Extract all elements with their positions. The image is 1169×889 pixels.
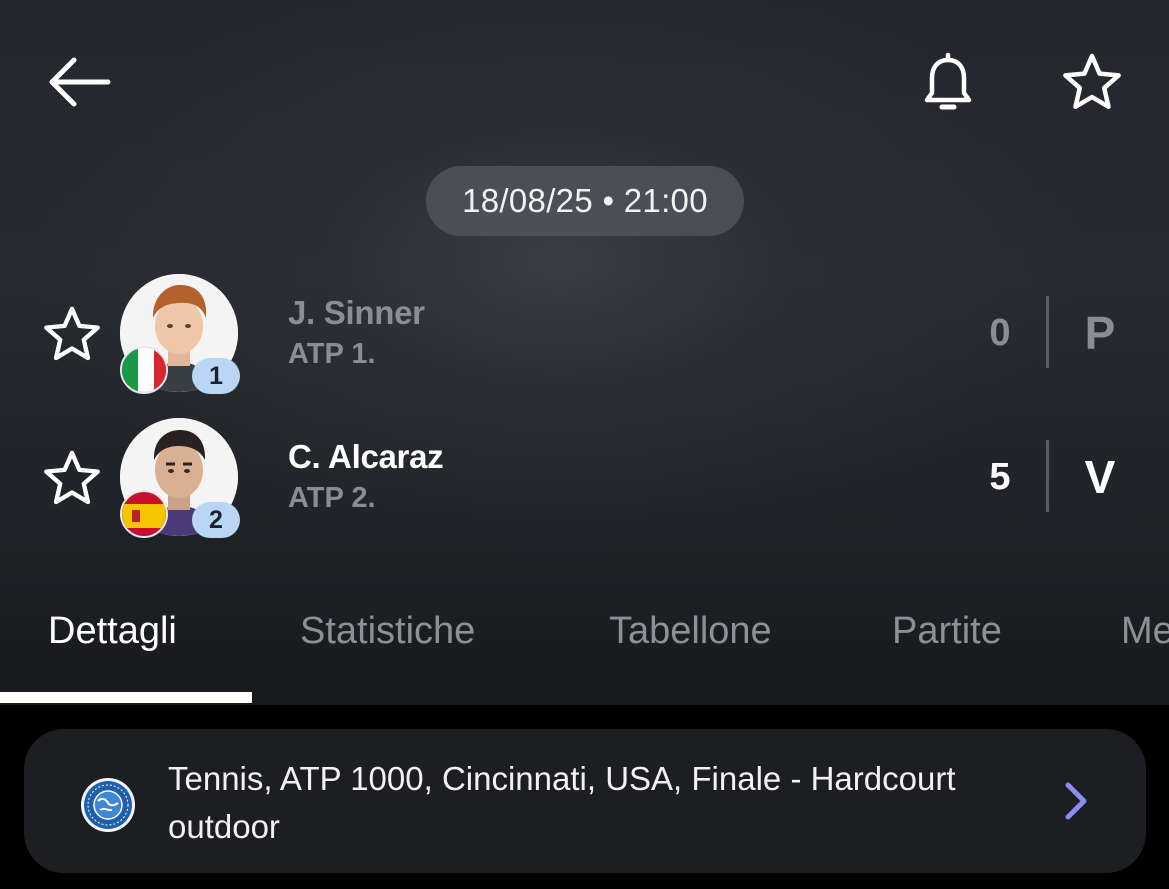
player-score: 0 <box>989 312 1011 354</box>
flag-italy-icon <box>120 346 168 394</box>
tab-statistiche[interactable]: Statistiche <box>300 610 475 653</box>
chevron-right-icon[interactable] <box>1054 779 1098 823</box>
active-tab-indicator <box>0 692 252 703</box>
tab-partite[interactable]: Partite <box>892 610 1002 653</box>
player-rank: ATP 1. <box>288 338 376 370</box>
favorite-match-button[interactable] <box>1058 48 1126 116</box>
score-divider <box>1046 296 1049 368</box>
star-outline-icon <box>1063 53 1121 110</box>
player-rank: ATP 2. <box>288 482 376 514</box>
player-name: C. Alcaraz <box>288 438 444 475</box>
tournament-info-card[interactable]: Tennis, ATP 1000, Cincinnati, USA, Final… <box>24 729 1146 873</box>
tab-bar: Dettagli Statistiche Tabellone Partite M… <box>0 600 1169 705</box>
player-row-alcaraz[interactable]: 2 C. Alcaraz ATP 2. 5 V <box>0 416 1169 540</box>
back-button[interactable] <box>40 48 116 116</box>
player-row-sinner[interactable]: 1 J. Sinner ATP 1. 0 P <box>0 272 1169 396</box>
tab-dettagli[interactable]: Dettagli <box>48 610 177 653</box>
notifications-button[interactable] <box>914 48 982 116</box>
star-outline-icon <box>44 450 100 505</box>
player-avatar-group: 2 <box>120 418 242 540</box>
match-result-label: P <box>1084 307 1116 359</box>
tournament-description: Tennis, ATP 1000, Cincinnati, USA, Final… <box>168 760 956 845</box>
tab-me[interactable]: Me <box>1121 610 1169 653</box>
favorite-player-button[interactable] <box>38 300 106 368</box>
player-avatar-group: 1 <box>120 274 242 396</box>
bell-icon <box>924 52 972 110</box>
tab-tabellone[interactable]: Tabellone <box>609 610 772 653</box>
player-name: J. Sinner <box>288 294 425 331</box>
player-score: 5 <box>989 456 1011 498</box>
flag-spain-icon <box>120 490 168 538</box>
match-header: 18/08/25 • 21:00 1 J. Sinner ATP 1. 0 P … <box>0 0 1169 705</box>
match-result-label: V <box>1084 451 1116 503</box>
star-outline-icon <box>44 306 100 361</box>
tournament-logo-icon <box>80 777 136 833</box>
match-datetime: 18/08/25 • 21:00 <box>426 166 744 236</box>
seed-badge: 2 <box>192 502 240 538</box>
favorite-player-button[interactable] <box>38 444 106 512</box>
arrow-left-icon <box>49 57 111 107</box>
seed-badge: 1 <box>192 358 240 394</box>
score-divider <box>1046 440 1049 512</box>
